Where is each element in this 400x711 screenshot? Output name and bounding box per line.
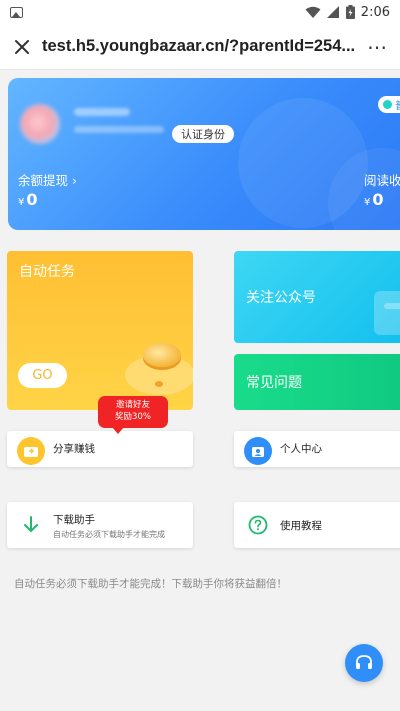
go-button[interactable]: GO (18, 363, 67, 388)
faq-card[interactable]: 常见问题 (234, 354, 400, 410)
blurred-username (74, 108, 130, 116)
vip-label: 普 (395, 97, 400, 112)
auto-task-title: 自动任务 (19, 264, 75, 280)
wifi-icon (305, 6, 321, 18)
status-bar: 2:06 (0, 0, 400, 24)
url-text[interactable]: test.h5.youngbazaar.cn/?parentId=254... (42, 37, 358, 56)
chat-icon (374, 291, 400, 335)
balance-withdraw-link[interactable]: 余额提现 › (18, 170, 77, 189)
close-button[interactable] (12, 37, 32, 57)
balance-amount: 0 (26, 190, 38, 209)
currency-symbol: ¥ (18, 197, 25, 208)
close-icon (15, 39, 29, 54)
follow-account-title: 关注公众号 (246, 290, 316, 306)
browser-url-bar: test.h5.youngbazaar.cn/?parentId=254... … (0, 24, 400, 70)
customer-service-button[interactable] (345, 644, 383, 682)
share-earn-tile[interactable]: 分享赚钱 (7, 431, 193, 467)
share-icon (17, 437, 45, 465)
status-time: 2:06 (360, 4, 390, 20)
tutorial-tile[interactable]: 使用教程 (234, 502, 400, 548)
reading-income-value: ¥0 (364, 190, 384, 209)
more-button[interactable]: ⋯ (358, 35, 388, 59)
chevron-right-icon: › (72, 173, 77, 188)
invite-line-2: 奖励30% (115, 412, 151, 422)
card-decoration (384, 303, 400, 309)
invite-reward-bubble[interactable]: 邀请好友 奖励30% (98, 396, 168, 434)
headset-icon (356, 655, 372, 669)
balance-label: 余额提现 (18, 173, 69, 188)
download-helper-tile[interactable]: 下载助手 自动任务必须下载助手才能完成 (7, 502, 193, 548)
notice-text: 自动任务必须下载助手才能完成！下载助手你将获益翻倍！ (14, 578, 287, 590)
help-icon (244, 511, 272, 539)
tutorial-label: 使用教程 (280, 520, 322, 532)
download-icon (17, 511, 45, 539)
coin-decoration (155, 381, 163, 387)
blurred-user-info (74, 126, 164, 133)
currency-symbol: ¥ (364, 197, 371, 208)
reading-income-amount: 0 (372, 190, 384, 209)
profile-banner: 认证身份 普 余额提现 › ¥0 阅读收益 ¥0 (8, 78, 400, 230)
download-helper-subtitle: 自动任务必须下载助手才能完成 (53, 530, 165, 539)
personal-center-label: 个人中心 (280, 443, 322, 455)
user-icon (244, 437, 272, 465)
verify-identity-button[interactable]: 认证身份 (172, 125, 234, 143)
balance-value: ¥0 (18, 190, 38, 209)
battery-icon (345, 5, 355, 19)
share-earn-label: 分享赚钱 (53, 443, 95, 455)
avatar[interactable] (20, 104, 60, 144)
image-icon (10, 6, 23, 18)
follow-account-card[interactable]: 关注公众号 (234, 251, 400, 343)
auto-task-card[interactable]: 自动任务 GO (7, 251, 193, 410)
coin-icon (143, 343, 181, 367)
reading-income-label[interactable]: 阅读收益 (364, 170, 400, 189)
signal-icon (326, 5, 339, 18)
more-icon: ⋯ (367, 34, 388, 59)
vip-dot-icon (383, 100, 392, 109)
download-helper-label: 下载助手 (53, 514, 95, 526)
invite-line-1: 邀请好友 (115, 400, 150, 410)
faq-title: 常见问题 (246, 375, 302, 391)
vip-badge[interactable]: 普 (378, 96, 400, 113)
personal-center-tile[interactable]: 个人中心 (234, 431, 400, 467)
